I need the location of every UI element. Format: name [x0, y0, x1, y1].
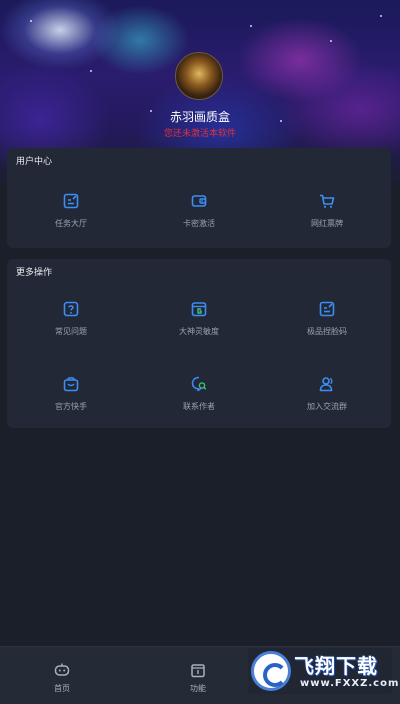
- bag-icon: [63, 377, 79, 392]
- faq-label: 常见问题: [55, 327, 87, 336]
- watermark: 飞翔下载 www.FXXZ.com: [248, 648, 398, 694]
- tab-home-label: 首页: [54, 684, 70, 693]
- tab-features-label: 功能: [190, 684, 206, 693]
- activation-warning: 您还未激活本软件: [163, 129, 236, 139]
- wallet-icon: [191, 195, 207, 207]
- contact-author-label: 联系作者: [183, 402, 215, 411]
- face-code-label: 极品捏脸码: [307, 327, 347, 336]
- more-ops-card: 更多操作 常见问题 大神灵敏度 极品捏脸码 官方快手 联系作者 加入交流群: [7, 259, 391, 428]
- user-center-title: 用户中心: [16, 157, 53, 167]
- faq-button[interactable]: 常见问题: [7, 300, 135, 360]
- user-center-card: 用户中心 任务大厅 卡密激活 网红票牌: [7, 148, 391, 248]
- edit-icon: [63, 193, 79, 209]
- official-kuaishou-button[interactable]: 官方快手: [7, 375, 135, 435]
- card-activate-label: 卡密激活: [183, 219, 215, 228]
- join-group-button[interactable]: 加入交流群: [263, 375, 391, 435]
- task-hall-label: 任务大厅: [55, 219, 87, 228]
- watermark-main: 飞翔下载: [294, 654, 378, 678]
- card-activate-button[interactable]: 卡密激活: [135, 192, 263, 252]
- chat-search-icon: [191, 376, 207, 392]
- calendar-g-icon: [191, 302, 207, 317]
- join-group-label: 加入交流群: [307, 402, 347, 411]
- sensitivity-button[interactable]: 大神灵敏度: [135, 300, 263, 360]
- more-ops-title: 更多操作: [16, 268, 53, 278]
- influencer-button[interactable]: 网红票牌: [263, 192, 391, 252]
- robot-icon: [54, 663, 70, 676]
- influencer-label: 网红票牌: [311, 219, 343, 228]
- app-name: 赤羽画质盒: [169, 110, 230, 124]
- task-hall-button[interactable]: 任务大厅: [7, 192, 135, 252]
- sensitivity-label: 大神灵敏度: [179, 327, 219, 336]
- tab-features[interactable]: 功能: [138, 647, 258, 704]
- question-icon: [63, 301, 79, 317]
- avatar[interactable]: [175, 52, 223, 100]
- cart-icon: [320, 194, 335, 208]
- contact-author-button[interactable]: 联系作者: [135, 375, 263, 435]
- tab-home[interactable]: 首页: [2, 647, 122, 704]
- box-icon: [191, 664, 205, 678]
- watermark-sub: www.FXXZ.com: [300, 678, 400, 689]
- face-code-button[interactable]: 极品捏脸码: [263, 300, 391, 360]
- edit-icon: [319, 301, 335, 317]
- users-icon: [319, 377, 333, 392]
- official-kuaishou-label: 官方快手: [55, 402, 87, 411]
- watermark-logo-icon: [251, 651, 291, 691]
